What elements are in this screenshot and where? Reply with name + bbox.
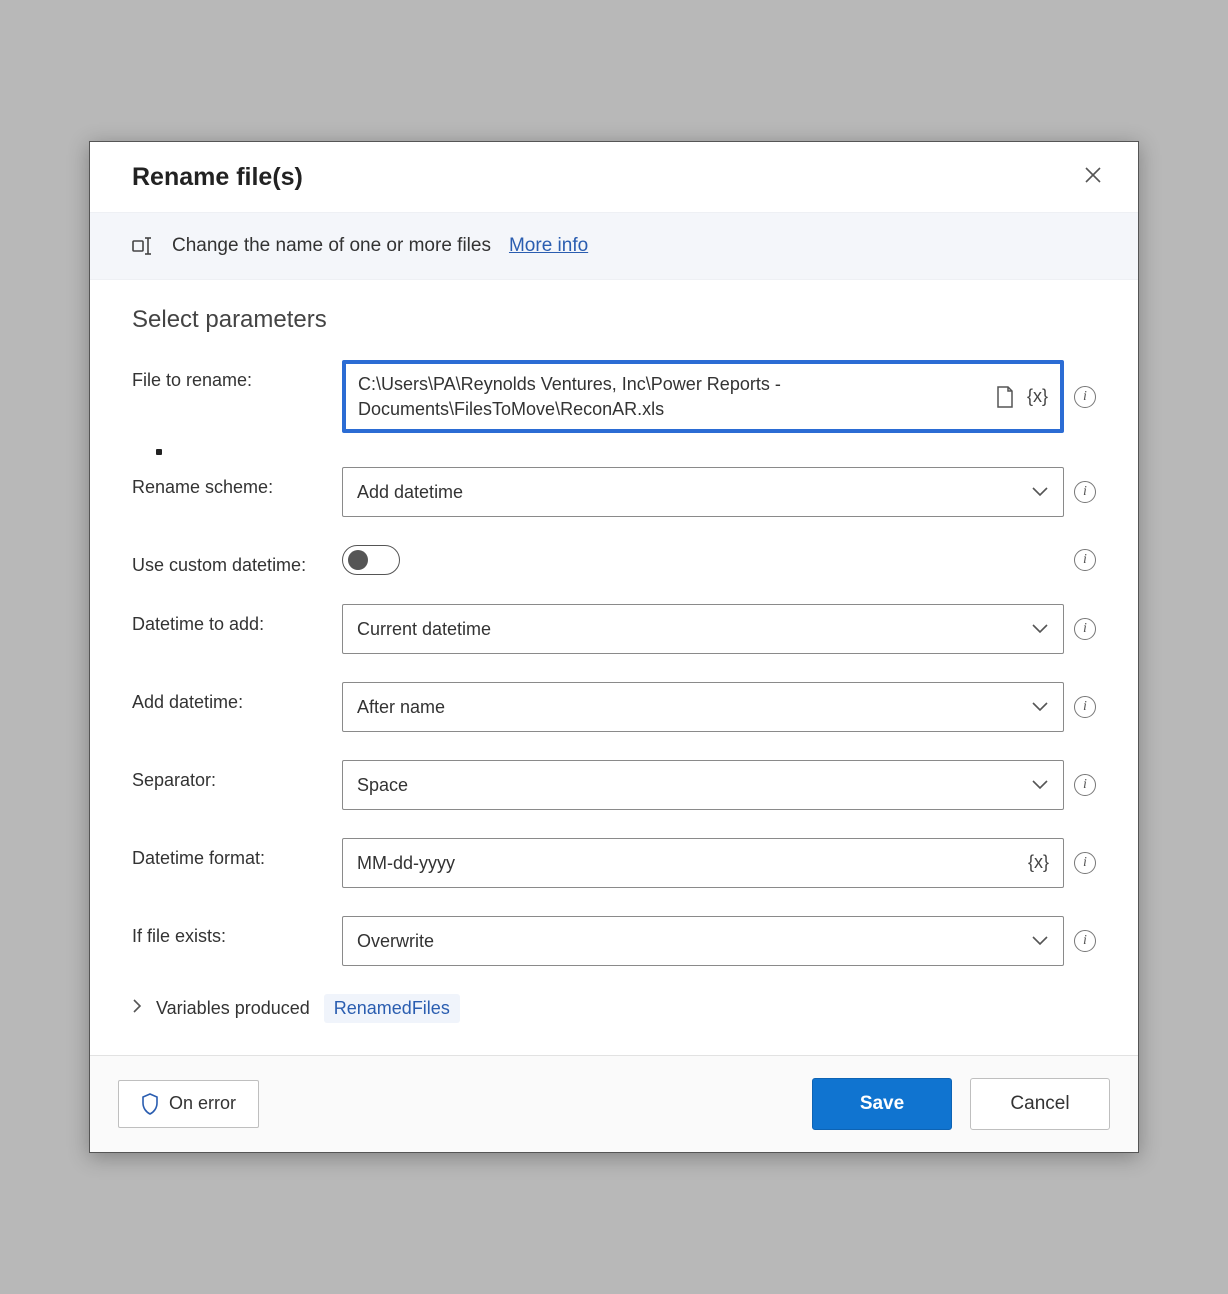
info-icon[interactable]: i bbox=[1074, 481, 1096, 503]
section-title: Select parameters bbox=[132, 306, 1096, 334]
variables-produced-label: Variables produced bbox=[156, 998, 310, 1019]
info-icon[interactable]: i bbox=[1074, 774, 1096, 796]
info-icon[interactable]: i bbox=[1074, 930, 1096, 952]
field-datetime-to-add: Datetime to add: Current datetime i bbox=[132, 604, 1096, 654]
field-separator: Separator: Space i bbox=[132, 760, 1096, 810]
select-if-file-exists[interactable]: Overwrite bbox=[342, 916, 1064, 966]
variable-token-button[interactable]: {x} bbox=[1027, 386, 1048, 407]
input-file-to-rename[interactable]: C:\Users\PA\Reynolds Ventures, Inc\Power… bbox=[342, 360, 1064, 433]
label-if-file-exists: If file exists: bbox=[132, 916, 342, 947]
select-rename-scheme[interactable]: Add datetime bbox=[342, 467, 1064, 517]
on-error-button[interactable]: On error bbox=[118, 1080, 259, 1128]
dialog-footer: On error Save Cancel bbox=[90, 1055, 1138, 1152]
rename-action-icon bbox=[132, 236, 158, 256]
chevron-right-icon[interactable] bbox=[132, 998, 142, 1019]
label-datetime-format: Datetime format: bbox=[132, 838, 342, 869]
value-add-datetime: After name bbox=[357, 695, 1031, 719]
chevron-down-icon bbox=[1031, 618, 1049, 639]
info-icon[interactable]: i bbox=[1074, 549, 1096, 571]
chevron-down-icon bbox=[1031, 930, 1049, 951]
close-icon bbox=[1084, 166, 1102, 184]
label-use-custom-datetime: Use custom datetime: bbox=[132, 545, 342, 576]
variables-produced-row: Variables produced RenamedFiles bbox=[132, 994, 1096, 1023]
chevron-down-icon bbox=[1031, 481, 1049, 502]
info-icon[interactable]: i bbox=[1074, 852, 1096, 874]
dialog-body: Select parameters File to rename: C:\Use… bbox=[90, 280, 1138, 1055]
label-add-datetime: Add datetime: bbox=[132, 682, 342, 713]
select-datetime-to-add[interactable]: Current datetime bbox=[342, 604, 1064, 654]
variable-token-button[interactable]: {x} bbox=[1028, 852, 1049, 873]
description-text: Change the name of one or more files bbox=[172, 235, 491, 257]
close-button[interactable] bbox=[1076, 160, 1110, 194]
toggle-knob bbox=[348, 550, 368, 570]
file-picker-icon[interactable] bbox=[995, 385, 1015, 409]
cancel-button[interactable]: Cancel bbox=[970, 1078, 1110, 1130]
title-bar: Rename file(s) bbox=[90, 142, 1138, 212]
chevron-down-icon bbox=[1031, 774, 1049, 795]
label-separator: Separator: bbox=[132, 760, 342, 791]
info-icon[interactable]: i bbox=[1074, 618, 1096, 640]
value-separator: Space bbox=[357, 773, 1031, 797]
value-if-file-exists: Overwrite bbox=[357, 929, 1031, 953]
field-use-custom-datetime: Use custom datetime: i bbox=[132, 545, 1096, 576]
label-rename-scheme: Rename scheme: bbox=[132, 467, 342, 498]
shield-icon bbox=[141, 1093, 159, 1115]
on-error-label: On error bbox=[169, 1093, 236, 1114]
label-datetime-to-add: Datetime to add: bbox=[132, 604, 342, 635]
value-datetime-to-add: Current datetime bbox=[357, 617, 1031, 641]
value-rename-scheme: Add datetime bbox=[357, 480, 1031, 504]
value-file-to-rename: C:\Users\PA\Reynolds Ventures, Inc\Power… bbox=[358, 372, 985, 421]
more-info-link[interactable]: More info bbox=[509, 235, 588, 257]
field-if-file-exists: If file exists: Overwrite i bbox=[132, 916, 1096, 966]
save-button[interactable]: Save bbox=[812, 1078, 952, 1130]
dialog-title: Rename file(s) bbox=[132, 163, 303, 192]
select-separator[interactable]: Space bbox=[342, 760, 1064, 810]
chevron-down-icon bbox=[1031, 696, 1049, 717]
input-datetime-format[interactable]: MM-dd-yyyy {x} bbox=[342, 838, 1064, 888]
footer-actions: Save Cancel bbox=[812, 1078, 1110, 1130]
field-file-to-rename: File to rename: C:\Users\PA\Reynolds Ven… bbox=[132, 360, 1096, 433]
info-icon[interactable]: i bbox=[1074, 386, 1096, 408]
toggle-use-custom-datetime[interactable] bbox=[342, 545, 400, 575]
value-datetime-format: MM-dd-yyyy bbox=[357, 851, 1018, 875]
description-bar: Change the name of one or more files Mor… bbox=[90, 212, 1138, 280]
field-rename-scheme: Rename scheme: Add datetime i bbox=[132, 467, 1096, 517]
field-datetime-format: Datetime format: MM-dd-yyyy {x} i bbox=[132, 838, 1096, 888]
select-add-datetime[interactable]: After name bbox=[342, 682, 1064, 732]
rename-files-dialog: Rename file(s) Change the name of one or… bbox=[89, 141, 1139, 1153]
bullet-dot bbox=[156, 449, 162, 455]
info-icon[interactable]: i bbox=[1074, 696, 1096, 718]
field-add-datetime: Add datetime: After name i bbox=[132, 682, 1096, 732]
variable-pill[interactable]: RenamedFiles bbox=[324, 994, 460, 1023]
label-file-to-rename: File to rename: bbox=[132, 360, 342, 391]
